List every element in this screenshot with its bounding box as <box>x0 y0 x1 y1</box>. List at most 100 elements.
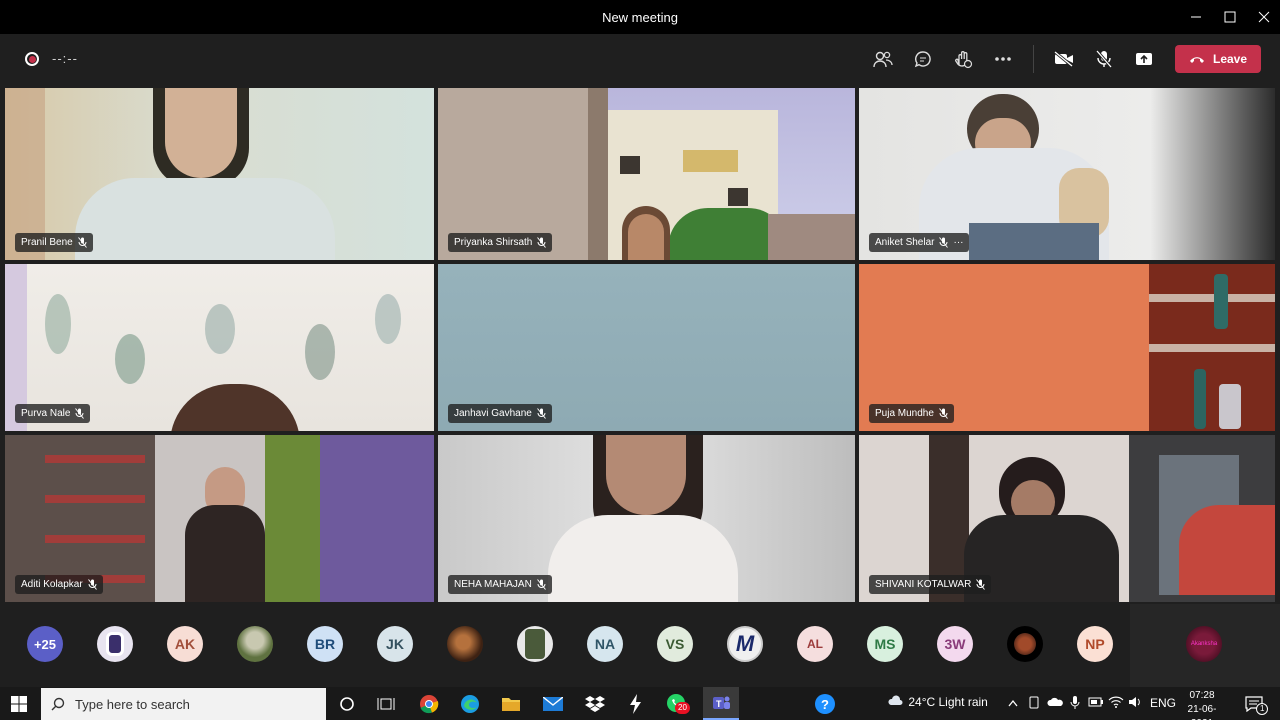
participant-avatar[interactable]: AK <box>167 626 203 662</box>
weather-text: 24°C Light rain <box>908 694 988 709</box>
participant-name: Aniket Shelar <box>875 237 935 248</box>
recording-icon <box>25 52 39 66</box>
volume-icon[interactable] <box>1128 696 1142 711</box>
chrome-icon <box>420 695 439 714</box>
reactions-button[interactable] <box>950 46 976 72</box>
video-tile[interactable]: Purva Nale <box>5 264 434 431</box>
participant-avatar[interactable]: NA <box>587 626 623 662</box>
video-tile[interactable]: Aditi Kolapkar <box>5 435 434 602</box>
participant-name: Purva Nale <box>21 408 71 419</box>
chat-icon <box>914 51 931 68</box>
video-tile[interactable]: Aniket Shelar ··· <box>859 88 1275 260</box>
participant-avatar[interactable]: 3W <box>937 626 973 662</box>
file-explorer-taskbar-icon[interactable] <box>498 691 524 717</box>
dropbox-taskbar-icon[interactable] <box>582 691 608 717</box>
clock-time: 07:28 <box>1189 690 1215 701</box>
tile-more-options[interactable]: ··· <box>953 237 963 248</box>
participant-avatar[interactable] <box>97 626 133 662</box>
video-tile[interactable]: Priyanka Shirsath <box>438 88 855 260</box>
participant-avatar[interactable] <box>517 626 553 662</box>
participant-avatar[interactable]: AL <box>797 626 833 662</box>
mic-off-icon <box>536 408 546 419</box>
participant-avatar[interactable]: NP <box>1077 626 1113 662</box>
clock-date: 21-06-2021 <box>1187 704 1217 720</box>
mail-icon <box>543 697 563 711</box>
tray-onedrive-icon[interactable] <box>1047 696 1063 710</box>
close-button[interactable] <box>1246 0 1280 34</box>
help-question-icon: ? <box>815 694 835 714</box>
video-tile[interactable]: Puja Mundhe <box>859 264 1275 431</box>
video-tile[interactable]: Janhavi Gavhane <box>438 264 855 431</box>
participant-name: Janhavi Gavhane <box>454 408 532 419</box>
mic-toggle-button[interactable] <box>1091 46 1117 72</box>
chrome-taskbar-icon[interactable] <box>416 691 442 717</box>
windows-taskbar: Type here to search 20 T ? 24°C Light ra… <box>0 687 1280 720</box>
more-actions-button[interactable] <box>990 46 1016 72</box>
participant-avatar[interactable]: MS <box>867 626 903 662</box>
camera-toggle-button[interactable] <box>1051 46 1077 72</box>
window-title: New meeting <box>602 10 678 25</box>
help-taskbar-icon[interactable]: ? <box>812 691 838 717</box>
participant-avatar[interactable]: VS <box>657 626 693 662</box>
maximize-button[interactable] <box>1212 0 1248 34</box>
video-tile[interactable]: SHIVANI KOTALWAR <box>859 435 1275 602</box>
wifi-icon[interactable] <box>1108 696 1124 711</box>
video-tile[interactable]: NEHA MAHAJAN <box>438 435 855 602</box>
teams-icon: T <box>713 696 730 709</box>
ellipsis-icon <box>995 57 1011 61</box>
share-screen-button[interactable] <box>1131 46 1157 72</box>
battery-icon[interactable] <box>1088 696 1104 710</box>
meeting-timer: --:-- <box>52 51 78 66</box>
overflow-participants-button[interactable]: +25 <box>27 626 63 662</box>
search-placeholder: Type here to search <box>75 696 190 712</box>
action-center-button[interactable]: 1 <box>1241 691 1269 717</box>
self-avatar[interactable]: Akanksha <box>1186 626 1222 662</box>
leave-button[interactable]: Leave <box>1175 45 1261 73</box>
mail-taskbar-icon[interactable] <box>540 691 566 717</box>
svg-text:?: ? <box>821 697 829 712</box>
cloud-rain-icon <box>888 695 903 705</box>
hang-up-icon <box>1189 57 1204 63</box>
raise-hand-icon <box>955 51 973 69</box>
participant-avatar[interactable] <box>447 626 483 662</box>
teams-taskbar-icon[interactable]: T <box>703 687 739 720</box>
weather-widget[interactable]: 24°C Light rain <box>887 694 988 709</box>
tray-mic-icon[interactable] <box>1070 696 1080 712</box>
leave-label: Leave <box>1212 52 1248 66</box>
participants-button[interactable] <box>870 46 896 72</box>
lightning-icon <box>630 694 641 714</box>
tray-phone-icon[interactable] <box>1028 696 1040 712</box>
participant-avatar[interactable]: BR <box>307 626 343 662</box>
whatsapp-taskbar-icon[interactable]: 20 <box>664 691 690 717</box>
task-view-button[interactable] <box>373 691 399 717</box>
camera-off-icon <box>1054 51 1073 67</box>
participant-avatar[interactable] <box>237 626 273 662</box>
participant-nameplate: Janhavi Gavhane <box>448 404 552 423</box>
mic-off-icon <box>75 408 85 419</box>
meeting-toolbar: --:-- Leave <box>0 34 1280 84</box>
start-button[interactable] <box>6 691 32 717</box>
mic-off-icon <box>537 237 547 248</box>
minimize-button[interactable] <box>1178 0 1214 34</box>
chat-button[interactable] <box>910 46 936 72</box>
dropbox-icon <box>585 696 605 712</box>
participant-name: Pranil Bene <box>21 237 73 248</box>
teams-meeting-window: New meeting --:-- Leave Pranil Bene Priy… <box>0 0 1280 720</box>
taskbar-clock[interactable]: 07:28 21-06-2021 <box>1177 689 1227 720</box>
show-hidden-icons-button[interactable] <box>1008 696 1018 710</box>
toolbar-divider <box>1033 45 1034 73</box>
participant-nameplate: Purva Nale <box>15 404 91 423</box>
edge-taskbar-icon[interactable] <box>457 691 483 717</box>
mic-off-icon <box>939 237 949 248</box>
input-language-indicator[interactable]: ENG <box>1150 696 1176 710</box>
app-taskbar-icon[interactable] <box>622 691 648 717</box>
video-tile[interactable]: Pranil Bene <box>5 88 434 260</box>
taskbar-search-box[interactable]: Type here to search <box>41 688 326 720</box>
participant-avatar[interactable] <box>1007 626 1043 662</box>
participant-avatar[interactable]: JK <box>377 626 413 662</box>
participant-avatar[interactable]: M <box>727 626 763 662</box>
participant-name: SHIVANI KOTALWAR <box>875 579 972 590</box>
cortana-button[interactable] <box>334 691 360 717</box>
mic-off-icon <box>939 408 948 419</box>
participant-nameplate: Aditi Kolapkar <box>15 575 103 594</box>
